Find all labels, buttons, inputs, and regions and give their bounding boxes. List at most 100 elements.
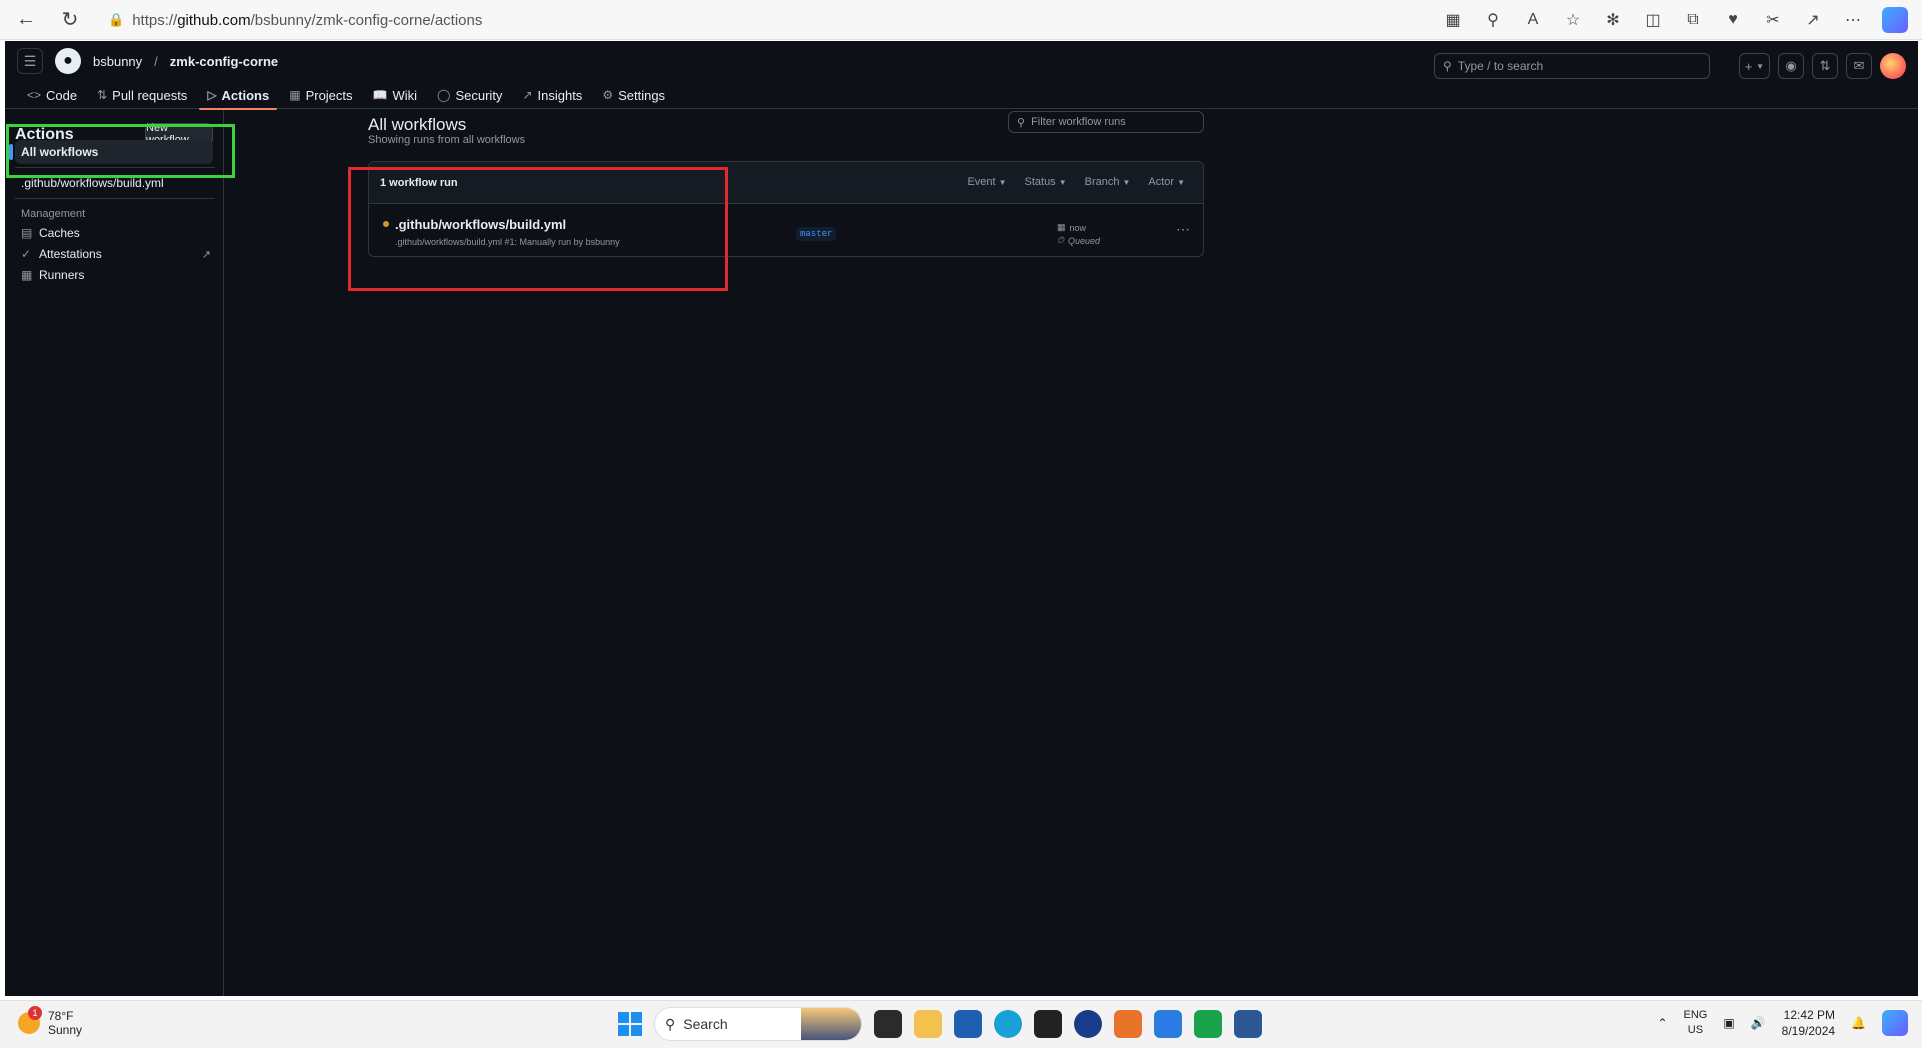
tab-label: Actions [221,87,270,103]
split-screen-icon[interactable]: ◫ [1642,10,1664,30]
repo-nav: <> Code ⇅ Pull requests ▷ Actions ▦ Projects… [5,81,1918,110]
search-icon: ⚲ [1017,116,1026,129]
create-new-button[interactable]: + ▼ [1738,53,1770,79]
annotation-box-red [348,167,728,291]
zoom-icon[interactable]: ⚲ [1482,10,1504,30]
file-explorer-icon[interactable] [914,1010,942,1038]
runs-filters: Event ▼ Status ▼ Branch ▼ Actor ▼ [967,176,1185,188]
repo-link[interactable]: zmk-config-corne [170,54,278,69]
chevron-up-icon[interactable]: ⌃ [1657,1016,1667,1030]
tab-code[interactable]: <> Code [19,81,85,109]
language-indicator[interactable]: ENG US [1684,1008,1708,1038]
sidebar-item-label: Attestations [39,247,102,261]
tab-projects[interactable]: ▦ Projects [281,81,360,109]
tab-pull-requests[interactable]: ⇅ Pull requests [89,81,195,109]
tab-security[interactable]: ◯ Security [429,81,510,109]
url-path: /bsbunny/zmk-config-corne/actions [250,11,483,29]
event-filter[interactable]: Event ▼ [967,176,1006,188]
refresh-icon[interactable]: ↻ [52,4,88,36]
store-icon[interactable] [954,1010,982,1038]
filter-label: Status [1024,176,1056,188]
browser-essentials-icon[interactable]: ♥ [1722,11,1744,29]
kebab-menu-icon[interactable]: ⋯ [1176,221,1191,238]
terminal-icon[interactable] [1034,1010,1062,1038]
actor-filter[interactable]: Actor ▼ [1148,176,1185,188]
sidebar-item-label: Caches [39,226,80,240]
extensions-icon[interactable]: ✻ [1602,10,1624,30]
avatar[interactable] [1880,53,1906,79]
branch-label[interactable]: master [796,227,837,241]
copilot-icon[interactable] [1882,1010,1908,1036]
pull-request-icon: ⇅ [97,88,108,102]
collections-icon[interactable]: ⧉ [1682,11,1704,29]
graph-icon: ↗ [522,88,533,102]
sidebar-item-attestations[interactable]: ✓ Attestations ↗ [21,247,211,261]
taskbar-search[interactable]: ⚲ Search [654,1007,862,1041]
calendar-icon: ▦ [1057,222,1066,232]
tab-insights[interactable]: ↗ Insights [514,81,590,109]
owner-link[interactable]: bsbunny [93,54,142,69]
caret-down-icon: ▼ [1122,178,1131,187]
github-logo-icon[interactable]: ● [55,48,81,74]
share-icon[interactable]: ↗ [1802,10,1824,30]
more-icon[interactable]: ⋯ [1842,10,1864,30]
app-c-icon[interactable] [1154,1010,1182,1038]
network-icon[interactable]: ▣ [1723,1016,1734,1030]
pull-requests-icon[interactable]: ⇅ [1812,53,1838,79]
book-icon: 📖 [372,88,388,102]
notifications-bell-icon[interactable]: 🔔 [1851,1016,1866,1030]
menu-icon[interactable]: ☰ [17,48,43,74]
tab-settings[interactable]: ⚙ Settings [594,81,673,109]
system-tray: ⌃ ENG US ▣ 🔊 12:42 PM 8/19/2024 🔔 [1657,1007,1908,1039]
weather-text: 78°F Sunny [48,1009,82,1037]
weather-widget[interactable]: 1 78°F Sunny [18,1006,82,1037]
search-icon: ⚲ [1443,59,1452,73]
volume-icon[interactable]: 🔊 [1751,1016,1766,1030]
screenshot-icon[interactable]: ✂ [1762,10,1784,30]
cache-icon: ▤ [21,226,33,240]
tab-wiki[interactable]: 📖 Wiki [365,81,426,109]
run-time: ▦ now [1057,222,1086,233]
windows-start-icon[interactable] [618,1012,642,1036]
read-aloud-icon[interactable]: A [1522,11,1544,29]
copilot-icon[interactable] [1882,7,1908,33]
sidebar-item-runners[interactable]: ▦ Runners [21,268,211,282]
sidebar-item-caches[interactable]: ▤ Caches [21,226,211,240]
search-input[interactable]: ⚲ Type / to search [1434,53,1710,79]
favorite-star-icon[interactable]: ☆ [1562,10,1584,30]
clock-time: 12:42 PM [1783,1008,1836,1022]
server-icon: ▦ [21,268,33,282]
header-actions: + ▼ ◉ ⇅ ✉ [1738,53,1906,79]
sheets-icon[interactable] [1194,1010,1222,1038]
caret-down-icon: ▼ [1177,178,1185,187]
filter-placeholder: Filter workflow runs [1031,116,1126,128]
sun-icon: 1 [18,1006,42,1034]
run-status: ⏱ Queued [1057,235,1100,246]
sidebar-item-label: Runners [39,268,85,282]
browser-toolbar: ← ↻ 🔒 https://github.com/bsbunny/zmk-con… [0,0,1922,40]
task-view-icon[interactable] [874,1010,902,1038]
branch-filter[interactable]: Branch ▼ [1085,176,1131,188]
app-j-icon[interactable] [1074,1010,1102,1038]
status-filter[interactable]: Status ▼ [1025,176,1067,188]
tab-label: Insights [537,87,583,103]
tab-actions[interactable]: ▷ Actions [199,81,278,110]
lock-icon: 🔒 [108,12,125,27]
address-bar[interactable]: 🔒 https://github.com/bsbunny/zmk-config-… [108,6,1388,34]
filter-label: Event [967,176,996,188]
app-available-icon[interactable]: ▦ [1442,10,1464,30]
edge-icon[interactable] [994,1010,1022,1038]
inbox-icon[interactable]: ✉ [1846,53,1872,79]
breadcrumb-separator: / [154,53,158,69]
filter-label: Branch [1084,176,1120,188]
back-icon[interactable]: ← [8,4,44,36]
caret-down-icon: ▼ [998,178,1007,187]
filter-runs-input[interactable]: ⚲ Filter workflow runs [1008,111,1204,133]
word-icon[interactable] [1234,1010,1262,1038]
stopwatch-icon: ⏱ [1057,235,1065,245]
github-page: ☰ ● bsbunny / zmk-config-corne ⚲ Type / … [5,41,1918,996]
fluent-app-icon[interactable] [1114,1010,1142,1038]
clock[interactable]: 12:42 PM 8/19/2024 [1782,1007,1835,1039]
url-host: github.com [177,11,251,29]
issues-icon[interactable]: ◉ [1778,53,1804,79]
